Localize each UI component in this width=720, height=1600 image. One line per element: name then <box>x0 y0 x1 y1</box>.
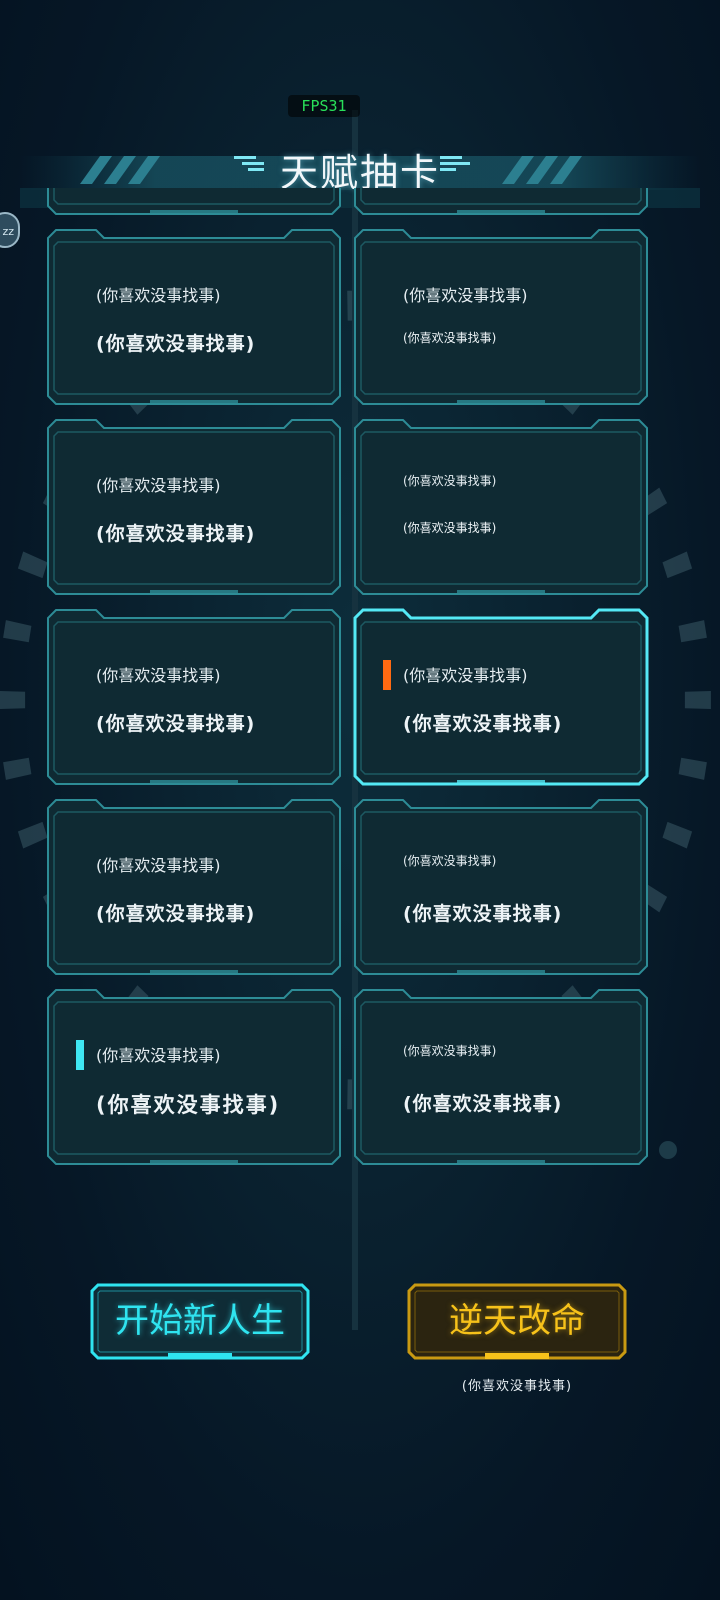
card-line1: (你喜欢没事找事) <box>403 854 497 868</box>
card-line1: (你喜欢没事找事) <box>403 286 528 305</box>
card-line1: (你喜欢没事找事) <box>96 856 221 875</box>
fps-counter: FPS31 <box>288 95 360 117</box>
card-frame <box>47 229 341 405</box>
talent-card[interactable]: (你喜欢没事找事)(你喜欢没事找事) <box>46 188 342 216</box>
defy-button-label: 逆天改命 <box>449 1301 585 1341</box>
card-line2: (你喜欢没事找事) <box>403 903 563 925</box>
card-frame <box>354 419 648 595</box>
start-button-label: 开始新人生 <box>115 1301 285 1341</box>
talent-draw-screen: FPS31 天赋抽卡 zz (你喜欢没事找事) (你喜欢没事找事) (你喜欢没事… <box>0 0 720 1600</box>
card-line1: (你喜欢没事找事) <box>403 474 497 488</box>
card-line2: (你喜欢没事找事) <box>96 903 256 925</box>
card-line2: (你喜欢没事找事) <box>403 713 563 735</box>
card-grid: (你喜欢没事找事) (你喜欢没事找事) (你喜欢没事找事) (你喜欢没事找事) (你喜欢… <box>46 188 664 1263</box>
background-ray <box>0 691 26 709</box>
card-frame <box>47 989 341 1165</box>
card-line2: (你喜欢没事找事) <box>403 521 497 535</box>
background-ray <box>3 757 32 780</box>
card-line2: (你喜欢没事找事) <box>96 1093 281 1117</box>
background-ray <box>678 620 707 643</box>
card-line1: (你喜欢没事找事) <box>403 666 528 685</box>
card-line2: (你喜欢没事找事) <box>96 713 256 735</box>
background-ray <box>3 620 32 643</box>
card-line2: (你喜欢没事找事) <box>403 331 497 345</box>
start-new-life-button[interactable]: 开始新人生 <box>90 1283 310 1360</box>
card-marker <box>383 660 391 690</box>
background-ray <box>662 551 693 579</box>
card-frame <box>354 799 648 975</box>
background-ray <box>17 551 48 579</box>
card-frame <box>47 609 341 785</box>
talent-card[interactable]: (你喜欢没事找事) (你喜欢没事找事) <box>46 228 342 406</box>
card-frame <box>354 188 648 215</box>
talent-card[interactable]: (你喜欢没事找事) (你喜欢没事找事) <box>353 988 649 1166</box>
talent-card[interactable]: (你喜欢没事找事) (你喜欢没事找事) <box>353 228 649 406</box>
talent-card[interactable]: (你喜欢没事找事) (你喜欢没事找事) <box>46 988 342 1166</box>
talent-card[interactable]: (你喜欢没事找事) (你喜欢没事找事) <box>353 798 649 976</box>
background-ray <box>17 821 48 849</box>
card-frame <box>47 188 341 215</box>
card-line2: (你喜欢没事找事) <box>96 523 256 545</box>
card-frame <box>47 419 341 595</box>
talent-card[interactable]: (你喜欢没事找事) (你喜欢没事找事) <box>353 418 649 596</box>
talent-card[interactable]: (你喜欢没事找事) (你喜欢没事找事) <box>46 418 342 596</box>
card-frame <box>47 799 341 975</box>
background-ray <box>678 757 707 780</box>
talent-card[interactable]: (你喜欢没事找事)(你喜欢没事找事) <box>353 188 649 216</box>
defy-button-caption: (你喜欢没事找事) <box>461 1379 573 1394</box>
talent-card[interactable]: (你喜欢没事找事) (你喜欢没事找事) <box>46 798 342 976</box>
card-line1: (你喜欢没事找事) <box>403 1044 497 1058</box>
card-line2: (你喜欢没事找事) <box>96 333 256 355</box>
card-line1: (你喜欢没事找事) <box>96 666 221 685</box>
background-ray <box>662 821 693 849</box>
card-line2: (你喜欢没事找事) <box>403 1093 563 1115</box>
card-frame <box>353 608 649 786</box>
card-frame <box>354 989 648 1165</box>
talent-card[interactable]: (你喜欢没事找事) (你喜欢没事找事) <box>353 608 649 786</box>
card-marker <box>76 1040 84 1070</box>
defy-fate-button[interactable]: 逆天改命 <box>407 1283 627 1360</box>
card-frame <box>354 229 648 405</box>
talent-card[interactable]: (你喜欢没事找事) (你喜欢没事找事) <box>46 608 342 786</box>
card-line1: (你喜欢没事找事) <box>96 286 221 305</box>
card-line1: (你喜欢没事找事) <box>96 1046 221 1065</box>
background-ray <box>684 691 711 709</box>
card-line1: (你喜欢没事找事) <box>96 476 221 495</box>
